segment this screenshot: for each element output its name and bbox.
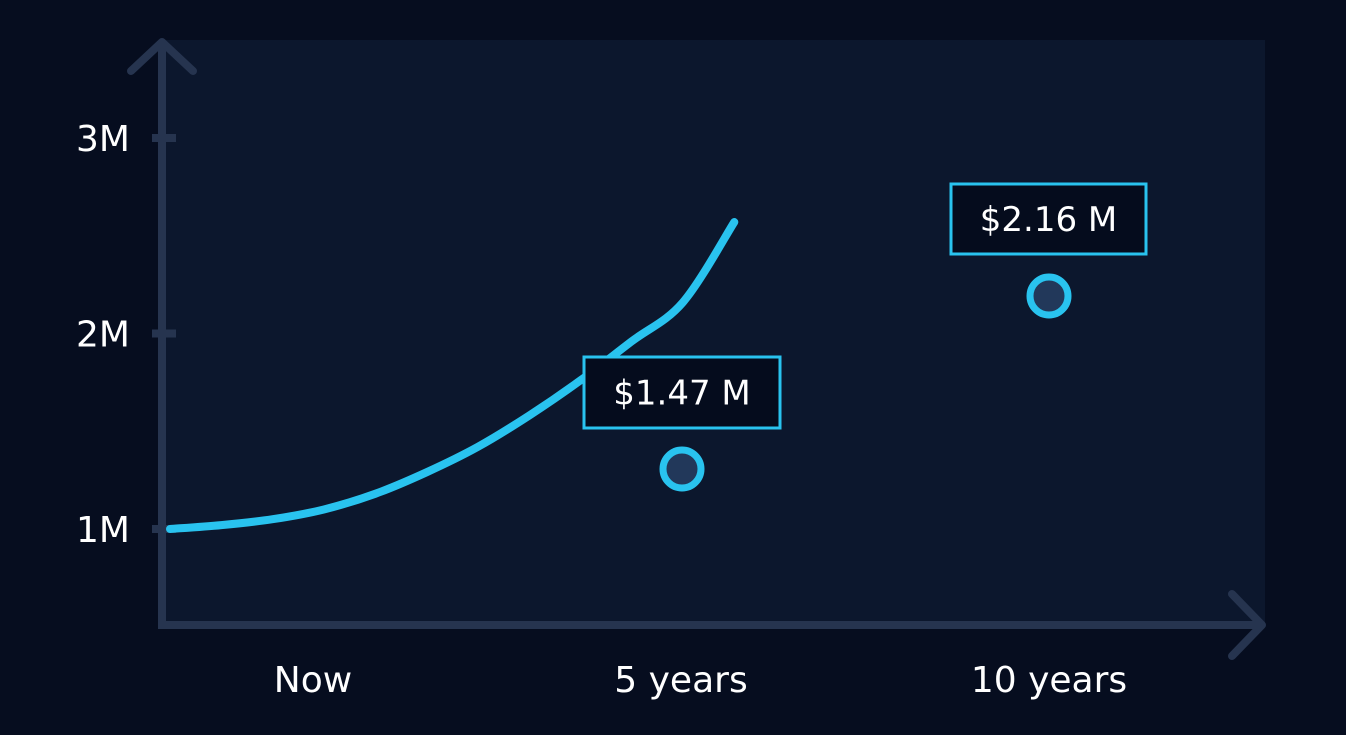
data-point-marker [1026,273,1072,319]
x-tick-label: 10 years [971,660,1127,701]
x-tick-label: 5 years [614,660,747,701]
growth-chart: 1M 2M 3M Now 5 years 10 years $1.47 M $2.16 M [0,0,1346,730]
y-tick-label: 2M [76,315,130,356]
x-tick-label: Now [274,660,352,701]
y-tick-label: 3M [76,119,130,160]
chart-svg: 1M 2M 3M Now 5 years 10 years $1.47 M $2.16 M [76,38,1266,701]
plot-area [162,40,1265,625]
y-tick-label: 1M [76,510,130,551]
data-point-marker [659,446,705,492]
callout-label: $2.16 M [980,200,1117,240]
callout-label: $1.47 M [613,374,750,414]
